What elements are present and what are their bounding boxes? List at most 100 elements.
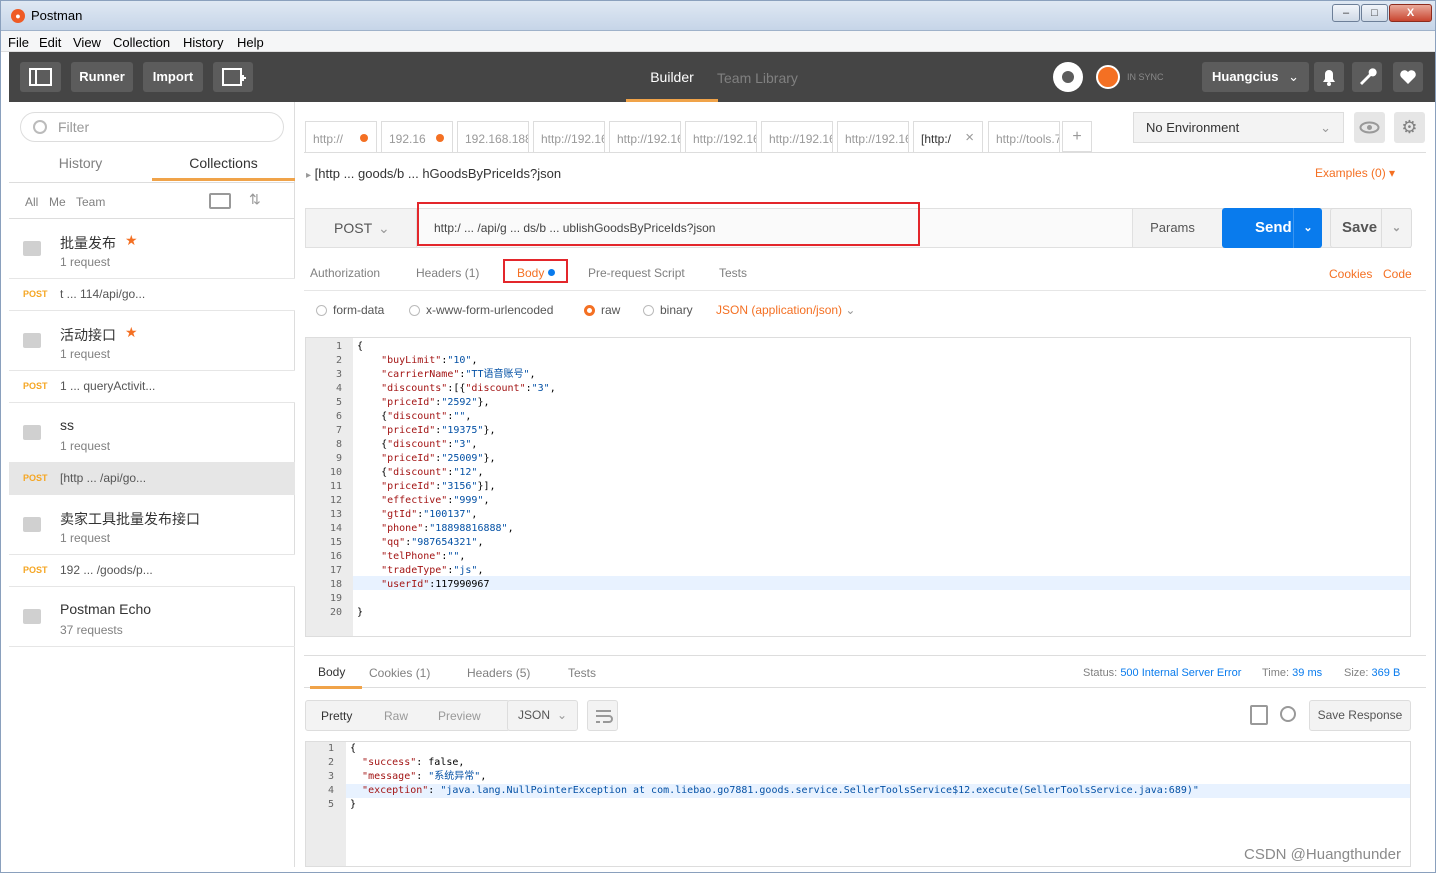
eye-icon[interactable]: [1354, 112, 1385, 143]
tab-authorization[interactable]: Authorization: [310, 266, 380, 280]
chevron-right-icon[interactable]: ▸: [306, 170, 311, 181]
menu-view[interactable]: View: [73, 35, 101, 50]
sync-status-icon[interactable]: [1096, 65, 1120, 89]
collection-item[interactable]: 卖家工具批量发布接口 1 request: [9, 495, 295, 555]
copy-icon[interactable]: [1250, 705, 1268, 725]
runner-button[interactable]: Runner: [71, 62, 133, 92]
code-line: {: [357, 341, 364, 352]
list-item[interactable]: POST t ... 114/api/go...: [9, 279, 295, 311]
request-tab[interactable]: http://192.16: [609, 121, 681, 152]
heart-icon[interactable]: [1393, 62, 1423, 92]
examples-dropdown[interactable]: Examples (0) ▾: [1315, 166, 1395, 180]
maximize-button[interactable]: □: [1361, 4, 1388, 22]
settings-wrench-icon[interactable]: [1352, 62, 1382, 92]
new-window-icon[interactable]: [213, 62, 253, 92]
line-number: 2: [335, 355, 342, 366]
code-link[interactable]: Code: [1383, 267, 1412, 281]
tab-response-tests[interactable]: Tests: [568, 666, 596, 680]
close-button[interactable]: X: [1389, 4, 1432, 22]
new-tab-button[interactable]: +: [1062, 121, 1092, 152]
format-pretty[interactable]: Pretty: [321, 709, 352, 723]
radio-raw[interactable]: raw: [584, 303, 620, 317]
import-button[interactable]: Import: [143, 62, 203, 92]
collection-item[interactable]: ss 1 request: [9, 403, 295, 463]
collection-item[interactable]: 活动接口 ★ 1 request: [9, 311, 295, 371]
tab-collections[interactable]: Collections: [152, 146, 295, 181]
list-item[interactable]: POST [http ... /api/go...: [9, 463, 295, 495]
sidebar-toggle-icon[interactable]: [20, 62, 61, 92]
content-type-select[interactable]: JSON (application/json) ⌄: [716, 303, 855, 317]
response-lang-select[interactable]: JSON ⌄: [507, 700, 578, 731]
method-select[interactable]: POST ⌄: [306, 209, 417, 247]
filter-me[interactable]: Me: [49, 195, 66, 209]
tab-history[interactable]: History: [9, 146, 152, 181]
search-icon[interactable]: [1280, 706, 1296, 722]
radio-form-data[interactable]: form-data: [316, 303, 384, 317]
list-item[interactable]: POST 1 ... queryActivit...: [9, 371, 295, 403]
chevron-down-icon[interactable]: ⌄: [1293, 208, 1322, 248]
tab-builder[interactable]: Builder: [626, 52, 718, 102]
chevron-down-icon[interactable]: ⌄: [1381, 209, 1411, 247]
list-item[interactable]: POST 192 ... /goods/p...: [9, 555, 295, 587]
save-button[interactable]: Save ⌄: [1330, 208, 1412, 248]
menu-history[interactable]: History: [183, 35, 223, 50]
star-icon[interactable]: ★: [125, 324, 138, 341]
notifications-icon[interactable]: [1314, 62, 1344, 92]
collection-name: 活动接口: [60, 327, 116, 343]
request-tab[interactable]: http://192.16: [761, 121, 833, 152]
minimize-button[interactable]: –: [1332, 4, 1360, 22]
radio-binary[interactable]: binary: [643, 303, 693, 317]
tab-response-cookies[interactable]: Cookies (1): [369, 666, 430, 680]
tab-prerequest-script[interactable]: Pre-request Script: [588, 266, 685, 280]
line-number: 4: [327, 785, 334, 796]
menu-collection[interactable]: Collection: [113, 35, 170, 50]
radio-urlencoded[interactable]: x-www-form-urlencoded: [409, 303, 553, 317]
request-tab[interactable]: http://192.16: [533, 121, 605, 152]
request-tab[interactable]: http://tools.7: [988, 121, 1060, 152]
tab-label: 192.16: [389, 132, 426, 146]
save-response-button[interactable]: Save Response: [1309, 700, 1411, 731]
close-tab-icon[interactable]: ×: [965, 129, 974, 146]
collection-name: ss: [60, 417, 74, 433]
tab-tests[interactable]: Tests: [719, 266, 747, 280]
new-collection-icon[interactable]: [209, 193, 231, 209]
filter-input[interactable]: Filter: [20, 112, 284, 142]
line-number: 18: [329, 579, 342, 590]
window-title: Postman: [31, 8, 83, 23]
environment-select[interactable]: No Environment ⌄: [1133, 112, 1344, 143]
format-raw[interactable]: Raw: [384, 709, 408, 723]
gear-icon[interactable]: ⚙: [1394, 112, 1425, 143]
menu-edit[interactable]: Edit: [39, 35, 61, 50]
cookies-link[interactable]: Cookies: [1329, 267, 1372, 281]
status-label: Status:: [1083, 667, 1118, 679]
tab-response-headers[interactable]: Headers (5): [467, 666, 530, 680]
collection-item[interactable]: 批量发布 ★ 1 request: [9, 219, 295, 279]
interceptor-icon[interactable]: [1053, 62, 1083, 92]
menu-file[interactable]: File: [8, 35, 29, 50]
collection-item[interactable]: Postman Echo 37 requests: [9, 587, 295, 647]
tab-label: http://192.16: [845, 132, 909, 146]
user-menu[interactable]: Huangcius ⌄: [1202, 62, 1309, 92]
filter-team[interactable]: Team: [76, 195, 105, 209]
collection-count: 1 request: [60, 347, 111, 361]
menu-help[interactable]: Help: [237, 35, 264, 50]
request-tab[interactable]: http://: [305, 121, 377, 152]
request-tab[interactable]: 192.168.188: [457, 121, 529, 152]
star-icon[interactable]: ★: [125, 232, 138, 249]
tab-headers[interactable]: Headers (1): [416, 266, 479, 280]
format-preview[interactable]: Preview: [438, 709, 481, 723]
request-tab[interactable]: http://192.16: [685, 121, 757, 152]
line-number: 19: [329, 593, 342, 604]
request-name: [http ... goods/b ... hGoodsByPriceIds?j…: [314, 166, 562, 181]
request-tab[interactable]: http://192.16: [837, 121, 909, 152]
request-tab[interactable]: 192.16: [381, 121, 453, 152]
wrap-lines-icon[interactable]: [587, 700, 618, 731]
tab-team-library[interactable]: Team Library: [717, 70, 798, 86]
sort-icon[interactable]: ⇅: [249, 191, 261, 208]
request-body-editor[interactable]: 1 2 3 4 5 6 7 8 9 10 11 12 13 14 15 16 17 18 19 20 { "buyLi…: [305, 337, 1411, 637]
request-tab-active[interactable]: [http:/ ×: [913, 121, 983, 152]
filter-all[interactable]: All: [25, 195, 38, 209]
params-button[interactable]: Params: [1132, 209, 1212, 247]
send-button[interactable]: Send ⌄: [1222, 208, 1322, 248]
tab-response-body[interactable]: Body: [310, 656, 362, 689]
